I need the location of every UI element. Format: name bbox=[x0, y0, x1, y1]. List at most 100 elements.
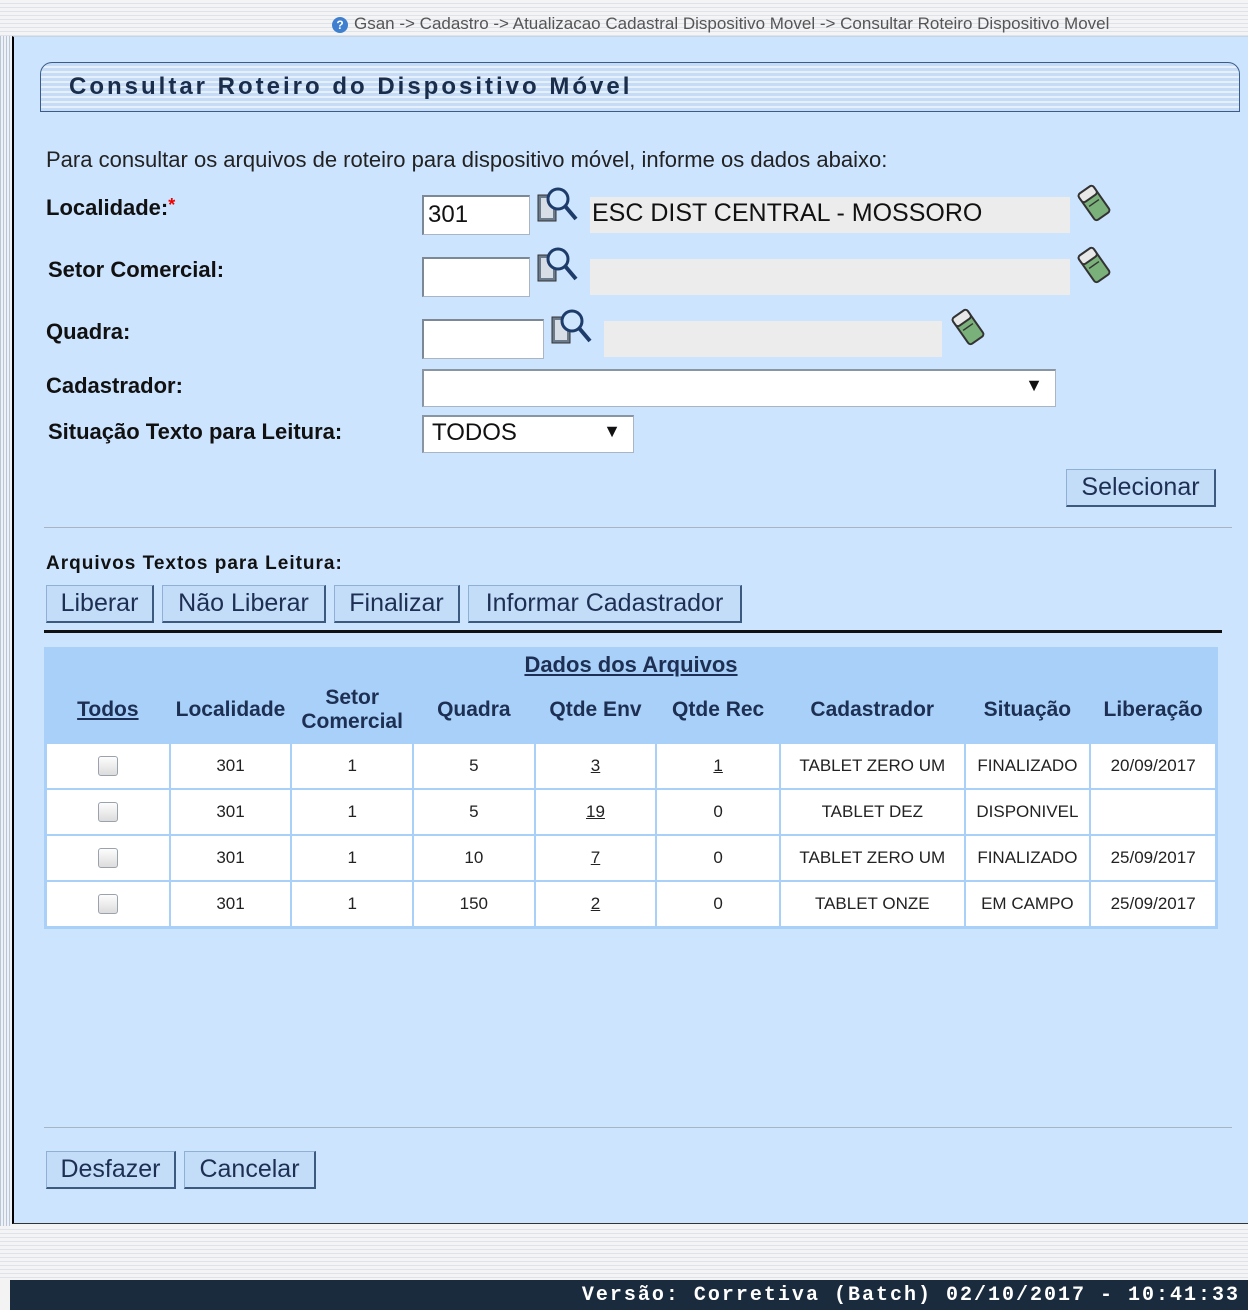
row-checkbox[interactable] bbox=[97, 756, 118, 777]
quadra-cell: 5 bbox=[414, 744, 534, 788]
intro-text: Para consultar os arquivos de roteiro pa… bbox=[46, 147, 888, 172]
triangle-down-icon: ▼ bbox=[1025, 375, 1043, 395]
liberacao-cell: 25/09/2017 bbox=[1091, 836, 1215, 880]
quadra-cell: 10 bbox=[414, 836, 534, 880]
quadra-header: Quadra bbox=[414, 678, 534, 742]
localidade-cell: 301 bbox=[170, 790, 291, 834]
table-row: 301 1 150 2 0 TABLET ONZE EM CAMPO 25/09… bbox=[47, 882, 1215, 926]
setor-comercial-label: Setor Comercial: bbox=[48, 257, 225, 282]
qtde-env-link[interactable]: 2 bbox=[591, 894, 600, 913]
qtde-rec-header: Qtde Rec bbox=[657, 678, 779, 742]
setor-comercial-search-icon[interactable] bbox=[536, 245, 580, 285]
localidade-search-icon[interactable] bbox=[536, 185, 580, 225]
desfazer-button[interactable]: Desfazer bbox=[46, 1151, 176, 1189]
qtde-rec-cell: 0 bbox=[657, 836, 779, 880]
todos-header-link[interactable]: Todos bbox=[47, 678, 169, 742]
qtde-env-cell: 3 bbox=[535, 744, 656, 788]
setor-comercial-description bbox=[590, 259, 1070, 295]
quadra-label: Quadra: bbox=[46, 319, 131, 344]
quadra-cell: 150 bbox=[414, 882, 534, 926]
setor-cell: 1 bbox=[292, 882, 412, 926]
row-checkbox[interactable] bbox=[97, 848, 118, 869]
quadra-description bbox=[604, 321, 942, 357]
cancelar-button[interactable]: Cancelar bbox=[184, 1151, 316, 1189]
qtde-rec-cell: 0 bbox=[657, 790, 779, 834]
help-icon[interactable]: ? bbox=[332, 16, 348, 33]
quadra-clear-eraser-icon[interactable] bbox=[950, 307, 986, 347]
row-checkbox[interactable] bbox=[97, 802, 118, 823]
localidade-clear-eraser-icon[interactable] bbox=[1076, 183, 1112, 223]
dados-arquivos-table: Todos Localidade Setor Comercial Quadra Q… bbox=[45, 676, 1217, 928]
liberacao-cell: 25/09/2017 bbox=[1091, 882, 1215, 926]
setor-comercial-clear-eraser-icon[interactable] bbox=[1076, 245, 1112, 285]
cadastrador-cell: TABLET DEZ bbox=[781, 790, 964, 834]
title-bar: Consultar Roteiro do Dispositivo Móvel bbox=[40, 62, 1240, 112]
cadastrador-cell: TABLET ZERO UM bbox=[781, 744, 964, 788]
situacao-cell: EM CAMPO bbox=[965, 882, 1090, 926]
qtde-env-link[interactable]: 19 bbox=[586, 802, 605, 821]
quadra-cell: 5 bbox=[414, 790, 534, 834]
qtde-env-link[interactable]: 7 bbox=[591, 848, 600, 867]
situacao-select[interactable]: TODOS ▼ bbox=[422, 415, 634, 453]
table-row: 301 1 10 7 0 TABLET ZERO UM FINALIZADO 2… bbox=[47, 836, 1215, 880]
liberacao-cell: 20/09/2017 bbox=[1091, 744, 1215, 788]
left-side-stripe bbox=[0, 36, 12, 1226]
cadastrador-cell: TABLET ONZE bbox=[781, 882, 964, 926]
situacao-cell: FINALIZADO bbox=[965, 836, 1090, 880]
bottom-banner-stripe bbox=[0, 1226, 1248, 1280]
cadastrador-label: Cadastrador: bbox=[46, 373, 183, 398]
cadastrador-select[interactable]: ▼ bbox=[422, 369, 1056, 407]
setor-cell: 1 bbox=[292, 836, 412, 880]
row-checkbox-cell bbox=[47, 836, 169, 880]
qtde-env-cell: 7 bbox=[535, 836, 656, 880]
qtde-env-header: Qtde Env bbox=[535, 678, 656, 742]
footer-bar: Versão: Corretiva (Batch) 02/10/2017 - 1… bbox=[10, 1280, 1248, 1310]
table-row: 301 1 5 19 0 TABLET DEZ DISPONIVEL bbox=[47, 790, 1215, 834]
nao-liberar-button[interactable]: Não Liberar bbox=[162, 585, 326, 623]
liberacao-cell bbox=[1091, 790, 1215, 834]
cadastrador-cell: TABLET ZERO UM bbox=[781, 836, 964, 880]
quadra-search-icon[interactable] bbox=[550, 307, 594, 347]
row-checkbox-cell bbox=[47, 744, 169, 788]
situacao-selected-value: TODOS bbox=[432, 419, 517, 446]
qtde-rec-cell: 0 bbox=[657, 882, 779, 926]
situacao-header: Situação bbox=[965, 678, 1090, 742]
localidade-cell: 301 bbox=[170, 836, 291, 880]
dados-arquivos-table-container: Dados dos Arquivos Todos Localidade Seto… bbox=[44, 647, 1218, 929]
localidade-code-input[interactable]: 301 bbox=[422, 195, 530, 235]
informar-cadastrador-button[interactable]: Informar Cadastrador bbox=[468, 585, 742, 623]
cadastrador-header: Cadastrador bbox=[781, 678, 964, 742]
triangle-down-icon: ▼ bbox=[603, 421, 621, 441]
qtde-rec-cell: 1 bbox=[657, 744, 779, 788]
liberacao-header: Liberação bbox=[1091, 678, 1215, 742]
row-checkbox-cell bbox=[47, 790, 169, 834]
quadra-code-input[interactable] bbox=[422, 319, 544, 359]
version-text: Versão: Corretiva (Batch) 02/10/2017 - 1… bbox=[581, 1284, 1240, 1307]
row-checkbox-cell bbox=[47, 882, 169, 926]
divider bbox=[44, 527, 1232, 528]
situacao-cell: FINALIZADO bbox=[965, 744, 1090, 788]
main-panel: Consultar Roteiro do Dispositivo Móvel P… bbox=[12, 36, 1248, 1224]
required-mark: * bbox=[168, 195, 176, 215]
localidade-cell: 301 bbox=[170, 744, 291, 788]
liberar-button[interactable]: Liberar bbox=[46, 585, 154, 623]
finalizar-button[interactable]: Finalizar bbox=[334, 585, 460, 623]
qtde-rec-link[interactable]: 1 bbox=[713, 756, 722, 775]
qtde-env-link[interactable]: 3 bbox=[591, 756, 600, 775]
table-title: Dados dos Arquivos bbox=[524, 652, 738, 677]
section-divider bbox=[44, 630, 1222, 633]
localidade-header: Localidade bbox=[170, 678, 291, 742]
row-checkbox[interactable] bbox=[97, 894, 118, 915]
divider bbox=[44, 1127, 1232, 1128]
localidade-label: Localidade:* bbox=[46, 195, 176, 220]
setor-comercial-header: Setor Comercial bbox=[292, 678, 412, 742]
situacao-label: Situação Texto para Leitura: bbox=[48, 419, 343, 444]
setor-cell: 1 bbox=[292, 744, 412, 788]
qtde-env-cell: 19 bbox=[535, 790, 656, 834]
selecionar-button[interactable]: Selecionar bbox=[1066, 469, 1216, 507]
qtde-env-cell: 2 bbox=[535, 882, 656, 926]
setor-comercial-code-input[interactable] bbox=[422, 257, 530, 297]
breadcrumb: ? Gsan -> Cadastro -> Atualizacao Cadastr… bbox=[332, 14, 1248, 34]
table-row: 301 1 5 3 1 TABLET ZERO UM FINALIZADO 20… bbox=[47, 744, 1215, 788]
setor-cell: 1 bbox=[292, 790, 412, 834]
